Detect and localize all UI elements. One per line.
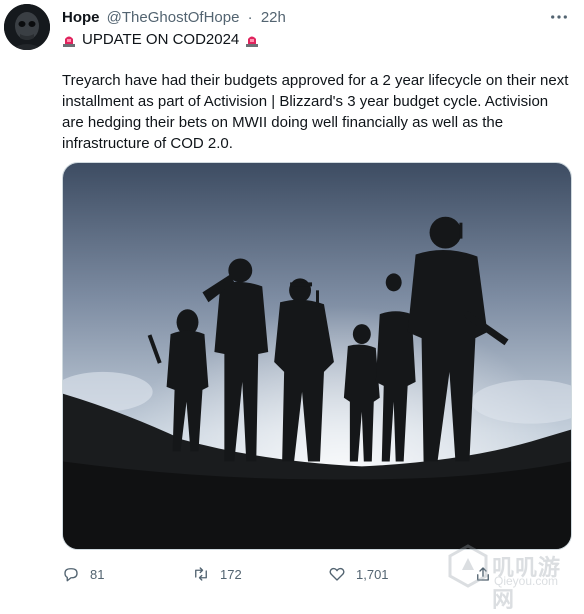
tweet-card[interactable]: Hope @TheGhostOfHope · 22h UPDATE ON COD… [0, 0, 584, 612]
tweet-headline: UPDATE ON COD2024 [62, 30, 542, 50]
reply-button[interactable]: 81 [62, 562, 104, 586]
share-icon [477, 567, 489, 581]
tweet-header: Hope @TheGhostOfHope · 22h [62, 8, 532, 28]
tweet-media-image[interactable] [62, 162, 572, 550]
share-button[interactable] [474, 562, 502, 586]
tweet-body: Treyarch have had their budgets approved… [62, 72, 569, 152]
more-options-icon[interactable] [548, 8, 570, 26]
police-siren-icon [63, 36, 75, 47]
separator: · [247, 9, 253, 26]
author-name[interactable]: Hope [62, 9, 100, 26]
retweet-button[interactable]: 172 [192, 562, 242, 586]
tweet-actions: 81 172 1,701 [62, 562, 572, 586]
like-count: 1,701 [356, 566, 389, 582]
avatar-image [4, 4, 50, 50]
retweet-icon [195, 567, 207, 581]
like-button[interactable]: 1,701 [328, 562, 389, 586]
avatar[interactable] [4, 4, 50, 50]
police-siren-icon [246, 36, 259, 47]
heart-icon [329, 567, 345, 581]
reply-count: 81 [90, 566, 105, 582]
headline-text: UPDATE ON COD2024 [82, 31, 240, 48]
timestamp[interactable]: 22h [261, 9, 286, 26]
soldiers-silhouette-image [63, 163, 571, 549]
author-handle[interactable]: @TheGhostOfHope [107, 9, 240, 26]
reply-icon [64, 568, 78, 582]
retweet-count: 172 [220, 566, 242, 582]
